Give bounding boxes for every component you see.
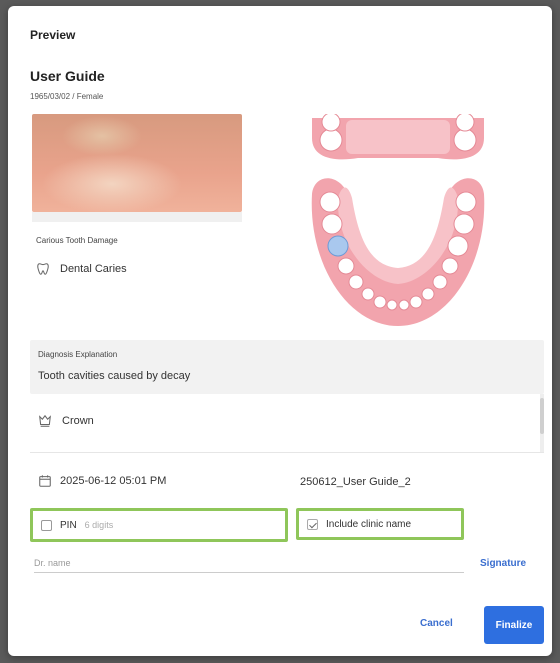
include-clinic-label: Include clinic name — [326, 518, 412, 530]
photo-footer — [32, 212, 242, 222]
scrollbar-thumb[interactable] — [540, 398, 544, 434]
finding-item-label: Dental Caries — [60, 263, 127, 275]
include-clinic-checkbox[interactable] — [307, 518, 318, 530]
selected-tooth[interactable] — [327, 235, 349, 257]
cancel-button[interactable]: Cancel — [420, 618, 453, 629]
treatment-item: Crown — [38, 414, 94, 428]
pin-label: PIN — [60, 519, 77, 531]
intraoral-photo — [32, 114, 242, 212]
finding-item: Dental Caries — [36, 262, 127, 276]
explanation-label: Diagnosis Explanation — [38, 350, 118, 359]
pin-input[interactable]: 6 digits — [85, 520, 114, 530]
doctor-name-input[interactable]: Dr. name — [34, 558, 464, 573]
dialog-title: Preview — [30, 28, 76, 42]
report-filename: 250612_User Guide_2 — [300, 476, 411, 488]
finding-section-label: Carious Tooth Damage — [36, 236, 118, 245]
include-clinic-option[interactable]: Include clinic name — [296, 508, 464, 540]
report-datetime: 2025-06-12 05:01 PM — [38, 474, 166, 488]
tooth-icon — [37, 263, 49, 275]
treatment-item-label: Crown — [62, 415, 94, 427]
explanation-panel: Diagnosis Explanation Tooth cavities cau… — [30, 340, 544, 394]
signature-link[interactable]: Signature — [480, 558, 526, 569]
preview-dialog: Preview User Guide 1965/03/02 / Female C… — [8, 6, 552, 656]
explanation-text: Tooth cavities caused by decay — [38, 370, 191, 382]
patient-meta: 1965/03/02 / Female — [30, 92, 104, 101]
pin-checkbox[interactable] — [41, 519, 52, 531]
treatment-panel: Crown — [30, 394, 544, 453]
pin-option[interactable]: PIN 6 digits — [30, 508, 288, 542]
datetime-text: 2025-06-12 05:01 PM — [60, 475, 167, 487]
crown-icon — [39, 414, 51, 427]
patient-name: User Guide — [30, 68, 105, 84]
calendar-icon — [39, 475, 51, 487]
dental-chart[interactable] — [298, 114, 498, 332]
finalize-button[interactable]: Finalize — [484, 606, 544, 644]
